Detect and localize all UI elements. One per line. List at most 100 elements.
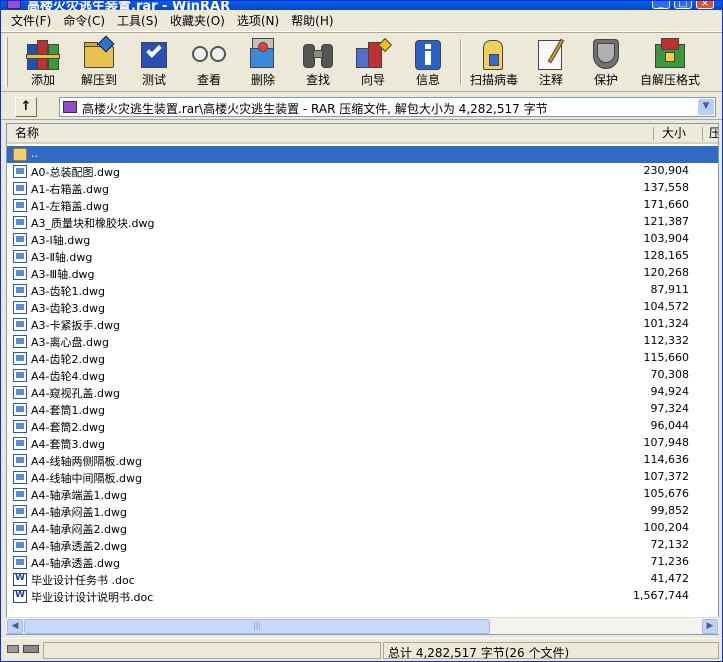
menu-tools[interactable]: 工具(S)	[111, 12, 164, 30]
dwg-file-icon	[13, 488, 27, 501]
toolbar-grip[interactable]	[5, 37, 8, 87]
close-button[interactable]: ×	[696, 1, 714, 9]
file-row[interactable]: A3-齿轮3.dwg 104,572	[7, 299, 718, 316]
file-size: 104,572	[643, 300, 690, 313]
file-row[interactable]: A4-轴承透盖.dwg 71,236	[7, 554, 718, 571]
winrar-window: 高楼火灾逃生装置.rar - WinRAR _ □ × 文件(F) 命令(C) …	[0, 0, 723, 662]
menu-favorites[interactable]: 收藏夹(O)	[164, 12, 231, 30]
find-button[interactable]: 查找	[290, 35, 346, 90]
view-button[interactable]: 查看	[181, 35, 237, 90]
status-indicators	[5, 642, 45, 658]
file-size: 87,911	[650, 283, 690, 296]
column-name-header[interactable]: 名称	[15, 124, 39, 143]
dwg-file-icon	[13, 165, 27, 178]
file-name: A4-线轴两侧隔板.dwg	[31, 455, 142, 468]
column-divider[interactable]	[702, 127, 703, 141]
add-button[interactable]: 添加	[15, 35, 71, 90]
file-row[interactable]: 毕业设计设计说明书.doc 1,567,744	[7, 588, 718, 605]
file-row[interactable]: A4-线轴中间隔板.dwg 107,372	[7, 469, 718, 486]
sfx-button[interactable]: 自解压格式	[633, 35, 707, 90]
scroll-right-button[interactable]: ▶	[702, 619, 718, 634]
file-row[interactable]: A3-离心盘.dwg 112,332	[7, 333, 718, 350]
up-folder-button[interactable]: ↑	[15, 97, 37, 117]
protect-button[interactable]: 保护	[578, 35, 634, 90]
file-row[interactable]: A3-齿轮1.dwg 87,911	[7, 282, 718, 299]
file-row[interactable]: A3-卡紧扳手.dwg 101,324	[7, 316, 718, 333]
column-ratio-header[interactable]: 压	[709, 124, 718, 143]
file-size: 71,236	[650, 555, 690, 568]
folder-up-icon	[13, 148, 27, 161]
column-size-header[interactable]: 大小	[662, 124, 686, 143]
scroll-thumb[interactable]: |||	[24, 619, 490, 634]
menu-file[interactable]: 文件(F)	[5, 12, 57, 30]
test-button[interactable]: 测试	[126, 35, 182, 90]
file-row[interactable]: A4-轴承透盖2.dwg 72,132	[7, 537, 718, 554]
file-row[interactable]: A4-齿轮4.dwg 70,308	[7, 367, 718, 384]
wizard-button[interactable]: 向导	[345, 35, 401, 90]
file-row[interactable]: A4-轴承闷盖2.dwg 100,204	[7, 520, 718, 537]
file-row[interactable]: A3-Ⅲ轴.dwg 120,268	[7, 265, 718, 282]
maximize-button[interactable]: □	[674, 1, 692, 9]
file-row[interactable]: A4-轴承闷盖1.dwg 99,852	[7, 503, 718, 520]
parent-folder-label: ..	[31, 147, 38, 160]
comment-button[interactable]: 注释	[523, 35, 579, 90]
column-divider[interactable]	[653, 127, 654, 141]
file-row[interactable]: A4-套筒3.dwg 107,948	[7, 435, 718, 452]
menu-help[interactable]: 帮助(H)	[285, 12, 339, 30]
file-size: 114,636	[643, 453, 690, 466]
window-title: 高楼火灾逃生装置.rar - WinRAR	[27, 1, 231, 10]
scroll-left-button[interactable]: ◀	[7, 619, 23, 634]
title-bar[interactable]: 高楼火灾逃生装置.rar - WinRAR _ □ ×	[1, 1, 722, 10]
dwg-file-icon	[13, 199, 27, 212]
dwg-file-icon	[13, 182, 27, 195]
info-icon	[409, 36, 447, 72]
file-row[interactable]: A3_质量块和橡胶块.dwg 121,387	[7, 214, 718, 231]
parent-folder-row[interactable]: ..	[7, 146, 718, 163]
key-icon[interactable]	[23, 645, 39, 653]
file-name: A4-套筒1.dwg	[31, 404, 105, 417]
address-combo[interactable]: 高楼火灾逃生装置.rar\高楼火灾逃生装置 - RAR 压缩文件, 解包大小为 …	[59, 97, 716, 117]
drive-icon[interactable]	[7, 645, 19, 653]
extract-to-button[interactable]: 解压到	[71, 35, 127, 90]
file-size: 128,165	[643, 249, 690, 262]
menu-options[interactable]: 选项(N)	[231, 12, 285, 30]
file-row[interactable]: A4-套筒2.dwg 96,044	[7, 418, 718, 435]
file-row[interactable]: A1-左箱盖.dwg 171,660	[7, 197, 718, 214]
file-name: A4-轴承端盖1.dwg	[31, 489, 127, 502]
toolbar-separator	[460, 39, 462, 85]
file-name: A4-齿轮4.dwg	[31, 370, 105, 383]
dwg-file-icon	[13, 471, 27, 484]
word-document-icon	[13, 590, 27, 603]
menu-commands[interactable]: 命令(C)	[57, 12, 111, 30]
virus-scan-button[interactable]: 扫描病毒	[466, 35, 522, 90]
file-row[interactable]: A4-窥视孔盖.dwg 94,924	[7, 384, 718, 401]
delete-button[interactable]: 删除	[235, 35, 291, 90]
file-name: A3-Ⅱ轴.dwg	[31, 251, 93, 264]
file-row[interactable]: A4-齿轮2.dwg 115,660	[7, 350, 718, 367]
file-row[interactable]: A3-Ⅰ轴.dwg 103,904	[7, 231, 718, 248]
file-name: A4-轴承闷盖1.dwg	[31, 506, 127, 519]
word-document-icon	[13, 573, 27, 586]
file-size: 94,924	[650, 385, 690, 398]
file-row[interactable]: 毕业设计任务书 .doc 41,472	[7, 571, 718, 588]
dwg-file-icon	[13, 386, 27, 399]
file-size: 97,324	[650, 402, 690, 415]
horizontal-scrollbar[interactable]: ◀ ||| ▶	[6, 617, 719, 634]
file-row[interactable]: A3-Ⅱ轴.dwg 128,165	[7, 248, 718, 265]
file-row[interactable]: A4-线轴两侧隔板.dwg 114,636	[7, 452, 718, 469]
view-label: 查看	[196, 73, 221, 87]
dwg-file-icon	[13, 233, 27, 246]
info-button[interactable]: 信息	[400, 35, 456, 90]
dwg-file-icon	[13, 352, 27, 365]
wizard-icon	[354, 36, 393, 72]
dwg-file-icon	[13, 403, 27, 416]
file-row[interactable]: A4-套筒1.dwg 97,324	[7, 401, 718, 418]
minimize-button[interactable]: _	[652, 1, 670, 9]
file-size: 120,268	[643, 266, 690, 279]
chevron-down-icon[interactable]: ▼	[698, 99, 714, 115]
file-row[interactable]: A4-轴承端盖1.dwg 105,676	[7, 486, 718, 503]
file-list[interactable]: 名称 大小 压 .. A0-总装配图.dwg 230,904 A1-右箱盖.dwg 1…	[6, 123, 719, 635]
file-row[interactable]: A0-总装配图.dwg 230,904	[7, 163, 718, 180]
wizard-label: 向导	[360, 73, 385, 87]
file-row[interactable]: A1-右箱盖.dwg 137,558	[7, 180, 718, 197]
